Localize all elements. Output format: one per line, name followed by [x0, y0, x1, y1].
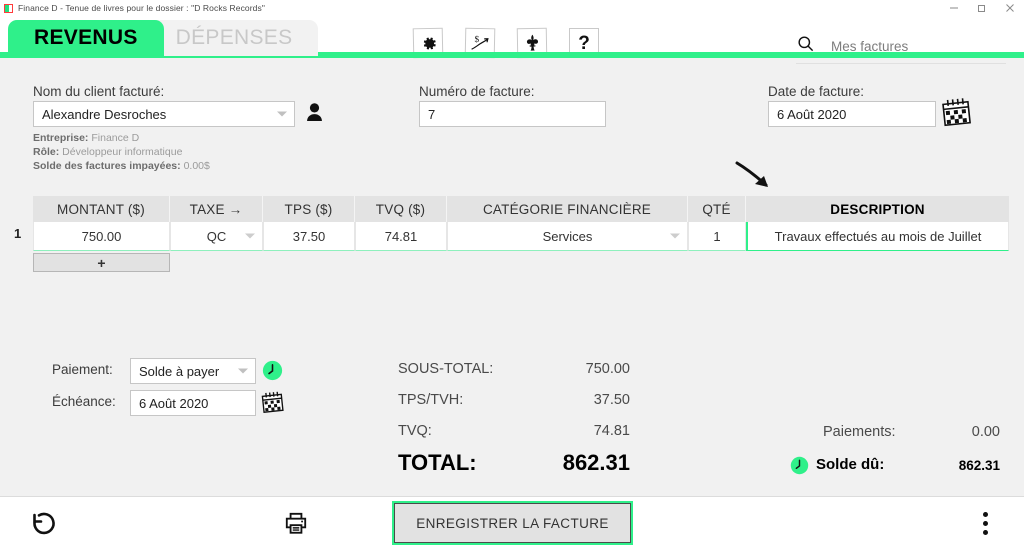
paiement-value: Solde à payer	[139, 363, 220, 379]
maximize-icon[interactable]	[968, 0, 996, 16]
tab-bar: REVENUS DÉPENSES	[8, 16, 319, 56]
undo-icon[interactable]	[28, 508, 58, 543]
column-header-taxe: TAXE →	[170, 196, 263, 222]
client-name-label: Nom du client facturé:	[33, 84, 165, 99]
subtotal-label: SOUS-TOTAL:	[398, 361, 494, 377]
client-name-value: Alexandre Desroches	[42, 106, 167, 122]
paiement-select[interactable]: Solde à payer	[130, 358, 256, 384]
cell-qte[interactable]: 1	[688, 222, 746, 251]
tvq-label: TVQ:	[398, 423, 432, 439]
client-balance-value: 0.00$	[183, 160, 210, 172]
app-logo-icon	[4, 3, 13, 13]
table-row: 750.00 QC 37.50 74.81 Services 1 Travaux…	[33, 222, 1009, 251]
client-balance: Solde des factures impayées: 0.00$	[33, 160, 210, 172]
row-number: 1	[14, 226, 22, 241]
tvq-value: 74.81	[593, 423, 630, 439]
column-header-montant: MONTANT ($)	[33, 196, 170, 222]
tps-label: TPS/TVH:	[398, 392, 464, 408]
total-label: TOTAL:	[398, 450, 477, 475]
printer-icon[interactable]	[283, 510, 309, 541]
cell-tvq[interactable]: 74.81	[355, 222, 447, 251]
column-header-description: DESCRIPTION	[746, 196, 1009, 222]
invoice-date-input[interactable]: 6 Août 2020	[768, 101, 936, 127]
cell-montant[interactable]: 750.00	[33, 222, 170, 251]
client-name-select[interactable]: Alexandre Desroches	[33, 101, 295, 127]
payments-value: 0.00	[971, 424, 1000, 440]
cell-tps[interactable]: 37.50	[263, 222, 355, 251]
echeance-input[interactable]: 6 Août 2020	[130, 390, 256, 416]
window-title: Finance D - Tenue de livres pour le doss…	[18, 3, 265, 13]
client-company: Entreprise: Finance D	[33, 132, 139, 144]
invoice-number-value: 7	[428, 106, 436, 122]
svg-text:$: $	[474, 34, 479, 44]
paiement-label: Paiement:	[52, 362, 113, 377]
tab-revenus[interactable]: REVENUS	[8, 20, 164, 56]
app-window: Finance D - Tenue de livres pour le doss…	[0, 0, 1024, 555]
invoice-number-label: Numéro de facture:	[419, 84, 535, 99]
column-header-categorie: CATÉGORIE FINANCIÈRE	[447, 196, 688, 222]
client-company-label: Entreprise:	[33, 132, 89, 144]
balance-due-label: Solde dû:	[816, 456, 885, 473]
search-box[interactable]: Mes factures	[796, 34, 1006, 64]
cell-description[interactable]: Travaux effectués au mois de Juillet	[746, 222, 1009, 251]
total-value: 862.31	[562, 450, 630, 475]
person-icon[interactable]	[301, 100, 328, 132]
client-role-value: Développeur informatique	[62, 146, 183, 158]
table-header-row: MONTANT ($) TAXE → TPS ($) TVQ ($) CATÉG…	[33, 196, 1009, 222]
title-bar: Finance D - Tenue de livres pour le doss…	[0, 0, 1024, 16]
window-controls	[940, 0, 1024, 16]
invoice-table: MONTANT ($) TAXE → TPS ($) TVQ ($) CATÉG…	[33, 196, 1009, 251]
cell-taxe[interactable]: QC	[170, 222, 263, 251]
chevron-down-icon	[277, 111, 287, 117]
calendar-icon[interactable]	[260, 390, 286, 420]
save-invoice-button[interactable]: ENREGISTRER LA FACTURE	[392, 501, 633, 545]
minimize-icon[interactable]	[940, 0, 968, 16]
cell-taxe-value: QC	[206, 228, 227, 244]
cell-categorie[interactable]: Services	[447, 222, 688, 251]
echeance-value: 6 Août 2020	[139, 395, 209, 411]
close-icon[interactable]	[996, 0, 1024, 16]
chevron-down-icon	[670, 233, 680, 239]
chevron-down-icon	[238, 368, 248, 374]
kebab-menu-icon[interactable]	[983, 512, 988, 535]
add-row-button[interactable]: +	[33, 253, 170, 272]
column-header-tvq: TVQ ($)	[355, 196, 447, 222]
balance-due-value: 862.31	[958, 458, 1000, 473]
tps-value: 37.50	[593, 392, 630, 408]
calendar-icon[interactable]	[940, 96, 974, 134]
invoice-number-input[interactable]: 7	[419, 101, 606, 127]
invoice-date-value: 6 Août 2020	[777, 106, 847, 122]
subtotal-value: 750.00	[585, 361, 630, 377]
cell-categorie-value: Services	[542, 228, 593, 244]
clock-icon[interactable]	[262, 360, 283, 386]
header-bar: REVENUS DÉPENSES $ ? Mes factures	[0, 16, 1024, 64]
client-company-value: Finance D	[91, 132, 140, 144]
column-header-tps: TPS ($)	[263, 196, 355, 222]
client-role-label: Rôle:	[33, 146, 60, 158]
client-balance-label: Solde des factures impayées:	[33, 160, 181, 172]
tab-depenses[interactable]: DÉPENSES	[149, 20, 319, 56]
echeance-label: Échéance:	[52, 394, 116, 409]
arrow-down-right-icon	[735, 160, 775, 199]
chevron-down-icon	[245, 233, 255, 239]
invoice-date-label: Date de facture:	[768, 84, 865, 99]
column-header-qte: QTÉ	[688, 196, 746, 222]
clock-icon	[790, 456, 809, 480]
client-role: Rôle: Développeur informatique	[33, 146, 182, 158]
